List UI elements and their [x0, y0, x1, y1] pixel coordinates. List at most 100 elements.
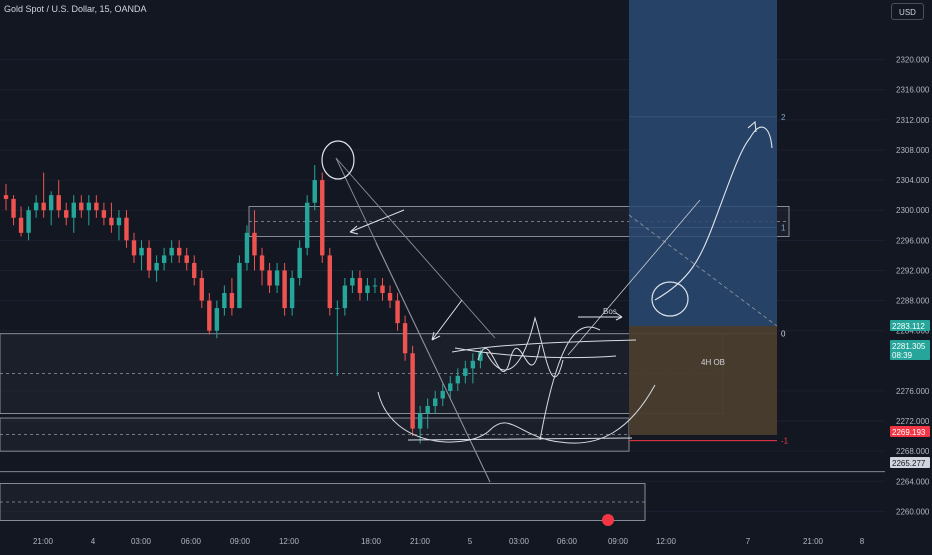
- candle-body: [455, 375, 460, 384]
- candle-body: [94, 202, 99, 211]
- time-tick-label: 12:00: [279, 537, 300, 546]
- candle-body: [252, 232, 257, 256]
- candle-body: [79, 202, 84, 211]
- time-tick-label: 06:00: [557, 537, 578, 546]
- candle-body: [207, 300, 212, 331]
- price-tick-label: 2320.000: [896, 56, 930, 65]
- chart-root[interactable]: 2 1 0 -1 Bos 4H OB 2320.000 2316.000 2312.000…: [0, 0, 932, 550]
- time-tick-label: 21:00: [803, 537, 824, 546]
- candle-body: [425, 405, 430, 414]
- candle-body: [139, 247, 144, 256]
- time-tick-label: 18:00: [361, 537, 382, 546]
- candle-body: [402, 323, 408, 354]
- price-tick-label: 2312.000: [896, 116, 930, 125]
- candle-body: [41, 202, 46, 211]
- candle-body: [116, 217, 122, 226]
- candle-body: [350, 277, 355, 286]
- candle-body: [131, 240, 137, 256]
- price-tick-label: 2304.000: [896, 176, 930, 185]
- price-tick-label: 2268.000: [896, 447, 930, 456]
- price-tick-label: 2288.000: [896, 297, 930, 306]
- projection-layer: [629, 0, 777, 435]
- candle-body: [448, 383, 453, 391]
- time-tick-label: 5: [468, 537, 473, 546]
- price-badge-label: 2269.193: [892, 428, 926, 437]
- candle-body: [33, 202, 39, 211]
- candle-body: [176, 247, 182, 256]
- price-tick-label: 2272.000: [896, 417, 930, 426]
- price-tick-label: 2308.000: [896, 146, 930, 155]
- candle-body: [440, 390, 445, 399]
- time-tick-label: 03:00: [131, 537, 152, 546]
- candle-body: [222, 293, 227, 309]
- time-tick-label: 12:00: [656, 537, 677, 546]
- candle-body: [64, 210, 69, 218]
- time-tick-label: 21:00: [33, 537, 54, 546]
- candle-body: [357, 277, 363, 294]
- candle-body: [380, 285, 385, 294]
- time-tick-label: 4: [91, 537, 96, 546]
- candle-body: [26, 210, 31, 233]
- price-tick-label: 2300.000: [896, 206, 930, 215]
- time-tick-label: 09:00: [608, 537, 629, 546]
- candle-body: [282, 270, 287, 309]
- candle-body: [312, 180, 317, 203]
- candle-body: [470, 360, 476, 369]
- symbol-title: Gold Spot / U.S. Dollar, 15, OANDA: [4, 4, 147, 14]
- candle-body: [305, 202, 310, 248]
- time-tick-label: 7: [746, 537, 751, 546]
- candle-body: [199, 277, 204, 301]
- candle-body: [259, 255, 265, 271]
- candle-body: [214, 308, 220, 331]
- time-tick-label: 8: [860, 537, 865, 546]
- candle-body: [237, 262, 242, 309]
- time-tick-label: 06:00: [181, 537, 202, 546]
- candle-body: [320, 180, 325, 256]
- price-badge-countdown: 08:39: [892, 351, 913, 360]
- trend-line-upper: [335, 157, 496, 339]
- price-badge-label: 2265.277: [892, 459, 926, 468]
- currency-button[interactable]: USD: [891, 3, 924, 20]
- time-tick-label: 03:00: [509, 537, 530, 546]
- candle-body: [387, 293, 393, 301]
- candle-body: [372, 285, 378, 287]
- fib-level-label: 2: [781, 113, 786, 122]
- candle-body: [410, 353, 415, 429]
- candle-body: [11, 198, 16, 218]
- candle-body: [417, 413, 423, 429]
- candle-body: [463, 368, 468, 376]
- candle-body: [86, 202, 92, 211]
- candle-body: [289, 277, 295, 309]
- time-tick-label: 21:00: [410, 537, 431, 546]
- candle-body: [244, 232, 250, 263]
- candle-body: [433, 398, 438, 406]
- candle-body: [146, 247, 152, 271]
- candle-body: [297, 247, 302, 278]
- candle-body: [124, 217, 129, 241]
- candle-body: [184, 255, 189, 263]
- candle-body: [154, 262, 159, 271]
- candle-body: [229, 293, 235, 309]
- target-zone: [629, 0, 777, 326]
- price-tick-label: 2260.000: [896, 507, 930, 516]
- event-flag-icon[interactable]: [602, 514, 614, 526]
- price-tick-label: 2292.000: [896, 266, 930, 275]
- candle-body: [342, 285, 348, 309]
- candle-body: [365, 285, 370, 294]
- candle-body: [169, 247, 174, 256]
- annotation-ob: 4H OB: [701, 358, 725, 367]
- candle-body: [56, 195, 61, 211]
- candle-body: [109, 217, 114, 226]
- candle-body: [3, 195, 9, 199]
- candle-body: [101, 210, 107, 218]
- candle-body: [395, 300, 400, 324]
- fib-level-label: 1: [781, 224, 786, 233]
- candle-body: [18, 217, 24, 233]
- candle-body: [327, 255, 332, 309]
- price-tick-label: 2276.000: [896, 387, 930, 396]
- candle-body: [161, 255, 167, 263]
- price-chart[interactable]: 2 1 0 -1 Bos 4H OB 2320.000 2316.000 2312.000…: [0, 0, 932, 550]
- price-badge-label: 2283.112: [892, 322, 925, 331]
- candle-body: [335, 308, 340, 310]
- price-tick-label: 2296.000: [896, 236, 930, 245]
